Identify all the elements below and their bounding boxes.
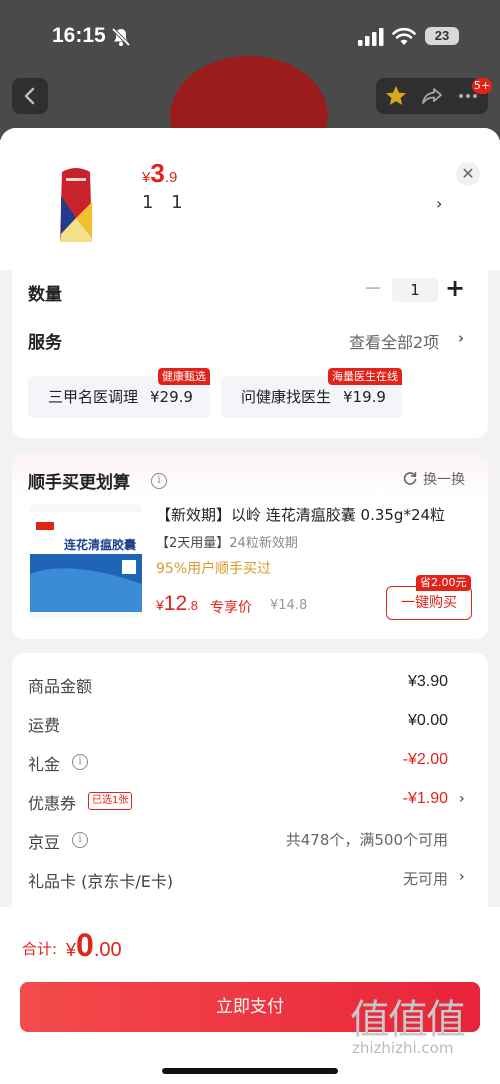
quantity-minus-button[interactable]: − (362, 276, 384, 302)
chevron-right-icon[interactable]: › (458, 329, 464, 347)
product-price: ¥3.9 (142, 158, 177, 189)
price-decimal: .8 (187, 598, 198, 613)
summary-value: 共478个，满500个可用 (285, 831, 448, 849)
service-name: 问健康找医生 (241, 388, 332, 406)
signal-icon (358, 28, 384, 46)
message-badge: 5+ (472, 78, 492, 94)
quantity-label: 数量 (28, 285, 62, 305)
summary-row-shipping: 运费 ¥0.00 (12, 712, 488, 736)
status-bar: 16:15 23 (0, 0, 500, 74)
bell-slash-icon (111, 27, 131, 47)
summary-label: 运费 (28, 716, 61, 735)
order-summary-card: 商品金额 ¥3.90 运费 ¥0.00 礼金 i -¥2.00 优惠券 已选1张… (12, 653, 488, 943)
selected-spec[interactable]: 1 1 (142, 192, 189, 213)
total-integer: 0 (76, 927, 94, 963)
exclusive-price-label: 专享价 (210, 600, 252, 616)
back-icon (24, 87, 35, 105)
quantity-plus-button[interactable]: + (444, 274, 466, 302)
service-tag: 海量医生在线 (328, 368, 402, 385)
product-header: ¥3.9 1 1 › ✕ (0, 128, 500, 270)
service-label: 服务 (28, 333, 62, 353)
star-icon[interactable] (384, 84, 408, 108)
recommendation-title: 顺手买更划算 (28, 473, 130, 493)
total-label: 合计: (22, 940, 58, 958)
site-watermark: 值值值 zhizhizhi.com (350, 987, 496, 1063)
coupon-chosen-badge: 已选1张 (88, 792, 133, 810)
subtitle-rest: 24粒新效期 (229, 536, 298, 551)
back-button[interactable] (12, 78, 48, 114)
popularity-text: 95%用户顺手买过 (156, 561, 272, 577)
close-icon[interactable]: ✕ (456, 162, 480, 186)
summary-row-gift-card[interactable]: 礼品卡 (京东卡/E卡) 无可用 › (12, 868, 488, 892)
price-integer: 3 (150, 158, 165, 188)
summary-value: ¥0.00 (407, 712, 448, 729)
summary-row-gift-money: 礼金 i -¥2.00 (12, 751, 488, 775)
chevron-right-icon[interactable]: › (436, 194, 442, 213)
service-option-consult-doctor[interactable]: 问健康找医生 ¥19.9 海量医生在线 (221, 368, 402, 418)
home-indicator (162, 1068, 338, 1074)
recommended-product-name[interactable]: 【新效期】以岭 连花清瘟胶囊 0.35g*24粒 (156, 504, 476, 525)
refresh-icon[interactable] (402, 470, 418, 486)
wifi-icon (392, 27, 416, 45)
summary-row-coupon[interactable]: 优惠券 已选1张 -¥1.90 › (12, 790, 488, 814)
watermark-logo: 值值值 (350, 997, 466, 1043)
info-icon[interactable]: i (72, 832, 88, 848)
watermark-site: zhizhizhi.com (352, 1039, 454, 1057)
refresh-button[interactable]: 换一换 (423, 469, 465, 489)
summary-row-goods-amount: 商品金额 ¥3.90 (12, 673, 488, 697)
recommended-product-subtitle: 【2天用量】24粒新效期 (156, 532, 298, 551)
original-price: ¥14.8 (270, 598, 308, 613)
recommended-product-image[interactable]: 连花清瘟胶囊 (30, 504, 142, 618)
dosage-highlight: 【2天用量】 (156, 536, 230, 551)
one-click-buy-button[interactable]: 一键购买 (386, 586, 472, 620)
quantity-input[interactable]: 1 (392, 278, 438, 302)
service-tag: 健康甄选 (158, 368, 210, 385)
service-view-all[interactable]: 查看全部2项 (349, 329, 439, 353)
checkout-footer: 合计: ¥0.00 立即支付 值值值 zhizhizhi.com (0, 907, 500, 1084)
total-amount: ¥0.00 (66, 927, 122, 964)
summary-value: ¥3.90 (407, 673, 448, 690)
share-icon[interactable] (420, 84, 444, 108)
purchase-sheet: ¥3.9 1 1 › ✕ 数量 − 1 + 服务 查看全部2项 › 三甲名医调理… (0, 128, 500, 1084)
recommended-price: ¥12.8 (156, 592, 198, 616)
recommendation-card: 顺手买更划算 i 换一换 连花清瘟胶囊 【新效期】以岭 连花清瘟胶囊 0.35g… (12, 452, 488, 639)
price-integer: 12 (163, 592, 188, 615)
total-decimal: .00 (93, 939, 122, 961)
total-symbol: ¥ (66, 940, 77, 960)
summary-value: 无可用 (402, 870, 448, 888)
battery-indicator: 23 (425, 27, 459, 45)
summary-value: -¥1.90 (402, 790, 448, 807)
savings-tag: 省2.00元 (416, 575, 471, 591)
summary-label: 优惠券 (28, 794, 77, 813)
product-thumbnail (60, 168, 92, 242)
price-decimal: .9 (164, 169, 178, 186)
chevron-right-icon[interactable]: › (459, 869, 465, 885)
service-option-doctor-care[interactable]: 三甲名医调理 ¥29.9 健康甄选 (28, 368, 210, 418)
price-symbol: ¥ (156, 597, 164, 613)
summary-label: 礼品卡 (京东卡/E卡) (28, 872, 174, 891)
summary-label: 京豆 (28, 833, 61, 852)
box-title: 连花清瘟胶囊 (64, 538, 137, 552)
info-icon[interactable]: i (151, 473, 167, 489)
summary-row-jingdou: 京豆 i 共478个，满500个可用 (12, 829, 488, 853)
service-name: 三甲名医调理 (48, 388, 139, 406)
options-card: 数量 − 1 + 服务 查看全部2项 › 三甲名医调理 ¥29.9 健康甄选 问… (12, 270, 488, 438)
summary-label: 礼金 (28, 755, 61, 774)
status-time: 16:15 (52, 24, 106, 47)
summary-value: -¥2.00 (402, 751, 448, 768)
chevron-right-icon[interactable]: › (459, 791, 465, 807)
info-icon[interactable]: i (72, 754, 88, 770)
summary-label: 商品金额 (28, 677, 93, 696)
